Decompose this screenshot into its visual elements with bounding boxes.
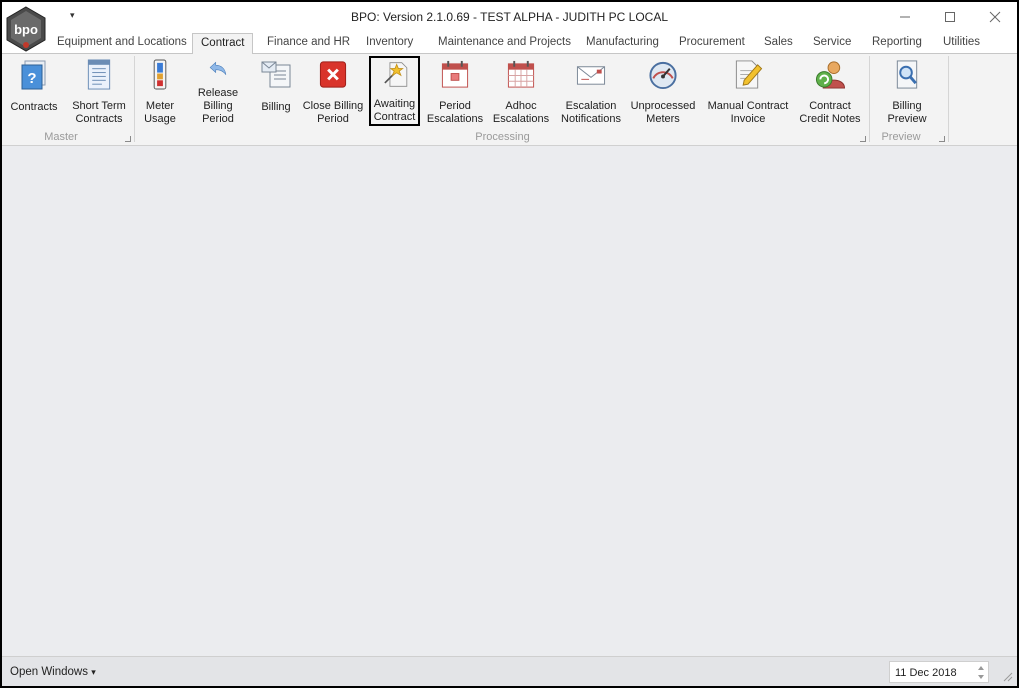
logo-text: bpo (14, 22, 38, 37)
tab-reporting[interactable]: Reporting (872, 36, 922, 54)
period-escalations-label: Period Escalations (426, 100, 484, 125)
group-separator (869, 56, 870, 142)
processing-group-launcher-icon[interactable] (860, 136, 866, 142)
magic-wand-icon (383, 62, 407, 87)
date-value: 11 Dec 2018 (895, 667, 957, 679)
envelope-icon (576, 66, 606, 85)
close-x-icon (319, 61, 347, 88)
spin-down-icon[interactable] (976, 673, 986, 681)
undo-arrow-icon (209, 61, 227, 75)
tab-maintenance-and-projects[interactable]: Maintenance and Projects (438, 36, 571, 54)
close-button[interactable] (972, 2, 1017, 32)
contracts-button[interactable]: ? Contracts (8, 56, 60, 126)
gauge-icon (649, 61, 677, 90)
maximize-icon (945, 12, 955, 22)
ribbon-tabs: Equipment and Locations Contract Finance… (2, 32, 1017, 55)
unprocessed-meters-button[interactable]: Unprocessed Meters (630, 56, 696, 126)
minimize-icon (900, 16, 910, 18)
open-windows-label: Open Windows (10, 666, 88, 678)
group-label-preview: Preview (881, 131, 921, 143)
contract-credit-notes-button[interactable]: Contract Credit Notes (798, 56, 862, 126)
tab-utilities[interactable]: Utilities (943, 36, 980, 54)
open-windows-menu[interactable]: Open Windows ▾ (10, 666, 96, 678)
release-billing-period-label: Release Billing Period (197, 87, 239, 125)
status-bar: Open Windows ▾ 11 Dec 2018 (2, 656, 1017, 686)
resize-grip-icon[interactable] (1001, 670, 1013, 682)
billing-preview-button[interactable]: Billing Preview (880, 56, 934, 126)
pencil-document-icon (735, 60, 763, 89)
period-escalations-button[interactable]: Period Escalations (426, 56, 484, 126)
tab-equipment-and-locations[interactable]: Equipment and Locations (57, 36, 187, 54)
awaiting-contract-label: Awaiting Contract (373, 98, 416, 123)
billing-button[interactable]: Billing (258, 56, 294, 126)
short-term-contracts-label: Short Term Contracts (72, 100, 126, 125)
release-billing-period-button[interactable]: Release Billing Period (186, 56, 250, 126)
title-bar: BPO: Version 2.1.0.69 - TEST ALPHA - JUD… (2, 2, 1017, 32)
app-window: BPO: Version 2.1.0.69 - TEST ALPHA - JUD… (2, 2, 1017, 686)
meter-usage-button[interactable]: Meter Usage (140, 56, 180, 126)
tab-finance-and-hr[interactable]: Finance and HR (267, 36, 350, 54)
escalation-notifications-label: Escalation Notifications (561, 100, 621, 125)
billing-label: Billing (261, 101, 291, 113)
close-billing-period-label: Close Billing Period (302, 100, 364, 125)
date-field[interactable]: 11 Dec 2018 (889, 661, 989, 683)
calendar-grid-icon (507, 60, 535, 88)
app-logo[interactable]: bpo (4, 6, 48, 52)
tab-sales[interactable]: Sales (764, 36, 793, 54)
main-workspace (2, 147, 1017, 656)
group-separator (948, 56, 949, 142)
manual-contract-invoice-label: Manual Contract Invoice (707, 100, 789, 125)
document-lines-icon (87, 59, 111, 90)
group-label-processing: Processing (475, 131, 530, 143)
close-billing-period-button[interactable]: Close Billing Period (302, 56, 364, 126)
tab-manufacturing[interactable]: Manufacturing (586, 36, 659, 54)
group-label-master: Master (44, 131, 78, 143)
escalation-notifications-button[interactable]: Escalation Notifications (558, 56, 624, 126)
meter-usage-label: Meter Usage (144, 100, 176, 125)
unprocessed-meters-label: Unprocessed Meters (630, 100, 696, 125)
magnifier-document-icon (896, 60, 918, 89)
contract-help-icon: ? (21, 60, 46, 90)
window-title: BPO: Version 2.1.0.69 - TEST ALPHA - JUD… (350, 10, 668, 24)
preview-group-launcher-icon[interactable] (939, 136, 945, 142)
contracts-label: Contracts (10, 101, 58, 113)
contract-credit-notes-label: Contract Credit Notes (799, 100, 861, 125)
group-separator (134, 56, 135, 142)
tab-inventory[interactable]: Inventory (366, 36, 413, 54)
bpo-logo-icon: bpo (6, 6, 46, 52)
calendar-icon (441, 60, 469, 88)
minimize-button[interactable] (882, 2, 928, 32)
spin-up-icon[interactable] (976, 664, 986, 672)
chevron-down-icon: ▾ (91, 667, 96, 677)
quick-access-dropdown[interactable]: ▾ (70, 10, 75, 21)
meter-icon (153, 59, 167, 90)
svg-text:?: ? (27, 70, 36, 87)
awaiting-contract-button[interactable]: Awaiting Contract (369, 56, 420, 126)
maximize-button[interactable] (927, 2, 973, 32)
manual-contract-invoice-button[interactable]: Manual Contract Invoice (704, 56, 792, 126)
adhoc-escalations-label: Adhoc Escalations (492, 100, 550, 125)
short-term-contracts-button[interactable]: Short Term Contracts (68, 56, 130, 126)
tab-contract[interactable]: Contract (192, 33, 254, 55)
ribbon-panel: ? Contracts Short Term Contracts Master (2, 54, 1017, 146)
user-refresh-icon (815, 61, 846, 89)
billing-preview-label: Billing Preview (887, 100, 927, 125)
tab-procurement[interactable]: Procurement (679, 36, 745, 54)
tab-service[interactable]: Service (813, 36, 851, 54)
adhoc-escalations-button[interactable]: Adhoc Escalations (492, 56, 550, 126)
billing-icon (261, 61, 291, 88)
master-group-launcher-icon[interactable] (125, 136, 131, 142)
close-icon (989, 11, 1001, 23)
